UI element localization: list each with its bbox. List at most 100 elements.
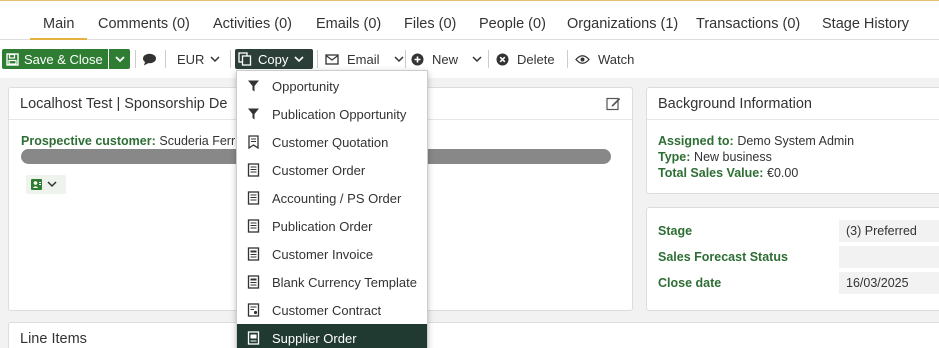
chevron-down-icon — [210, 55, 220, 62]
comment-button[interactable] — [142, 49, 157, 69]
prospective-customer-label: Prospective customer: — [21, 134, 156, 148]
toolbar-divider — [230, 50, 231, 68]
copy-icon — [238, 52, 252, 66]
close-date-field: Close date 16/03/2025 — [658, 272, 939, 294]
toolbar-divider — [165, 50, 166, 68]
toolbar-divider — [317, 50, 318, 68]
sales-forecast-status-label: Sales Forecast Status — [658, 250, 788, 264]
chevron-down-icon — [393, 55, 404, 62]
total-sales-value-value: €0.00 — [767, 166, 799, 180]
type-field: Type: New business — [658, 149, 772, 164]
tab-transactions[interactable]: Transactions (0) — [696, 16, 800, 32]
filter-icon — [248, 108, 259, 120]
delete-label: Delete — [517, 51, 555, 67]
doc-icon — [247, 163, 260, 177]
menu-item-customer-order[interactable]: Customer Order — [237, 156, 427, 184]
toolbar-divider — [488, 50, 489, 68]
menu-item-customer-quotation[interactable]: Customer Quotation — [237, 128, 427, 156]
save-close-button[interactable]: Save & Close — [2, 49, 108, 69]
toolbar-divider — [567, 50, 568, 68]
type-value: New business — [694, 150, 772, 164]
invoice-icon — [247, 247, 260, 261]
background-information-panel: Background Information Assigned to: Demo… — [646, 87, 939, 194]
plus-circle-icon — [411, 53, 424, 65]
delete-button[interactable]: Delete — [496, 49, 555, 69]
menu-item-label: Accounting / PS Order — [272, 191, 402, 206]
total-sales-value-field: Total Sales Value: €0.00 — [658, 165, 798, 180]
panel-divider — [647, 119, 939, 120]
assigned-to-field: Assigned to: Demo System Admin — [658, 133, 854, 148]
assigned-to-value: Demo System Admin — [737, 134, 855, 148]
copy-dropdown-menu: Opportunity Publication Opportunity Cust… — [236, 70, 428, 348]
watch-label: Watch — [598, 51, 635, 67]
menu-item-customer-invoice[interactable]: Customer Invoice — [237, 240, 427, 268]
filter-icon — [248, 80, 259, 92]
contact-card-button[interactable] — [26, 175, 66, 194]
tab-stage-history[interactable]: Stage History — [822, 16, 909, 32]
chevron-down-icon — [294, 55, 304, 62]
stage-field: Stage (3) Preferred — [658, 220, 939, 242]
tab-main[interactable]: Main — [43, 16, 74, 32]
floppy-disk-icon — [6, 52, 19, 66]
menu-item-opportunity[interactable]: Opportunity — [237, 72, 427, 100]
supplier-doc-icon — [247, 331, 260, 345]
line-items-title: Line Items — [20, 331, 87, 347]
toolbar-divider — [135, 50, 136, 68]
tab-organizations[interactable]: Organizations (1) — [567, 16, 678, 32]
menu-item-customer-contract[interactable]: Customer Contract — [237, 296, 427, 324]
watch-button[interactable]: Watch — [575, 49, 634, 69]
assigned-to-label: Assigned to: — [658, 134, 734, 148]
speech-bubble-icon — [143, 53, 156, 65]
menu-item-publication-order[interactable]: Publication Order — [237, 212, 427, 240]
stage-panel: Stage (3) Preferred Sales Forecast Statu… — [646, 207, 939, 311]
envelope-icon — [325, 53, 339, 65]
stage-label: Stage — [658, 224, 693, 238]
contact-card-icon — [31, 179, 42, 190]
menu-item-label: Customer Invoice — [272, 247, 374, 262]
menu-item-label: Opportunity — [272, 79, 340, 94]
new-button[interactable]: New — [411, 49, 482, 69]
delete-circle-icon — [496, 53, 509, 65]
type-label: Type: — [658, 150, 691, 164]
menu-item-label: Customer Order — [272, 163, 366, 178]
tab-files[interactable]: Files (0) — [404, 16, 456, 32]
line-items-panel: Line Items — [8, 322, 939, 348]
sales-forecast-status-field: Sales Forecast Status — [658, 246, 939, 268]
copy-label: Copy — [258, 51, 289, 67]
save-options-caret[interactable] — [109, 49, 130, 69]
menu-item-label: Supplier Order — [272, 331, 357, 346]
chevron-down-icon — [472, 55, 482, 62]
doc-icon — [247, 191, 260, 205]
currency-select[interactable]: EUR — [177, 49, 220, 69]
save-close-label: Save & Close — [24, 51, 103, 67]
opportunity-title: Localhost Test | Sponsorship De — [20, 96, 228, 112]
total-sales-value-label: Total Sales Value: — [658, 166, 764, 180]
menu-item-accounting-ps-order[interactable]: Accounting / PS Order — [237, 184, 427, 212]
background-title: Background Information — [658, 96, 812, 112]
toolbar: Save & Close EUR Copy Email New Delete W… — [0, 40, 939, 78]
tab-activities[interactable]: Activities (0) — [213, 16, 292, 32]
menu-item-label: Blank Currency Template — [272, 275, 417, 290]
menu-item-label: Publication Opportunity — [272, 107, 407, 122]
edit-icon[interactable] — [606, 96, 621, 111]
tab-bar: Main Comments (0) Activities (0) Emails … — [0, 0, 939, 41]
chevron-down-icon — [47, 181, 57, 188]
email-button[interactable]: Email — [325, 49, 404, 69]
menu-item-supplier-order[interactable]: Supplier Order — [237, 324, 427, 348]
menu-item-label: Customer Quotation — [272, 135, 389, 150]
tab-emails[interactable]: Emails (0) — [316, 16, 381, 32]
tab-people[interactable]: People (0) — [479, 16, 546, 32]
quote-doc-icon — [248, 135, 259, 149]
close-date-value[interactable]: 16/03/2025 — [839, 272, 939, 294]
prospective-customer-value[interactable]: Scuderia Ferr — [159, 134, 235, 148]
sales-forecast-status-value[interactable] — [839, 246, 939, 268]
menu-item-publication-opportunity[interactable]: Publication Opportunity — [237, 100, 427, 128]
stage-value[interactable]: (3) Preferred — [839, 220, 939, 242]
tab-comments[interactable]: Comments (0) — [98, 16, 190, 32]
eye-icon — [575, 54, 590, 64]
copy-button[interactable]: Copy — [235, 49, 313, 69]
email-label: Email — [347, 51, 380, 67]
menu-item-blank-currency-template[interactable]: Blank Currency Template — [237, 268, 427, 296]
doc-icon — [247, 219, 260, 233]
contract-icon — [247, 303, 260, 317]
